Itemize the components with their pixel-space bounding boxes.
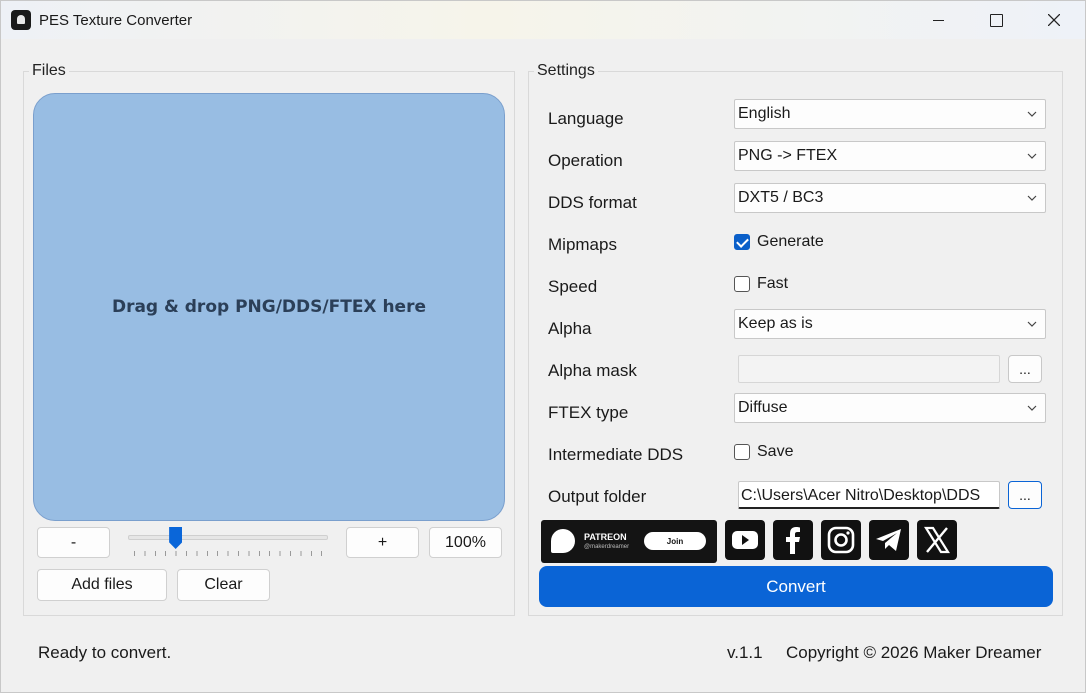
speed-label: Speed (548, 277, 598, 296)
patreon-name: PATREON (584, 532, 627, 542)
zoom-slider[interactable] (128, 535, 328, 540)
version-text: v.1.1 (727, 643, 763, 662)
chevron-down-icon (1027, 321, 1037, 327)
mipmaps-checkbox[interactable] (734, 234, 750, 250)
patreon-icon (551, 529, 575, 553)
speed-option-label[interactable]: Fast (757, 275, 788, 293)
chevron-down-icon (1027, 405, 1037, 411)
operation-label: Operation (548, 151, 623, 170)
instagram-button[interactable] (821, 520, 861, 560)
intermediate-dds-label: Intermediate DDS (548, 445, 684, 464)
ftex-type-value: Diffuse (738, 399, 788, 416)
alpha-select[interactable]: Keep as is (734, 309, 1046, 339)
mipmaps-label: Mipmaps (548, 235, 617, 254)
files-group-title: Files (29, 62, 69, 80)
zoom-slider-ticks (134, 551, 324, 556)
dds-format-value: DXT5 / BC3 (738, 189, 824, 206)
x-button[interactable] (917, 520, 957, 560)
output-folder-input[interactable]: C:\Users\Acer Nitro\Desktop\DDS (738, 481, 1000, 509)
file-drop-zone[interactable]: Drag & drop PNG/DDS/FTEX here (33, 93, 505, 521)
facebook-icon (786, 527, 800, 554)
alpha-mask-input[interactable] (738, 355, 1000, 383)
facebook-button[interactable] (773, 520, 813, 560)
telegram-button[interactable] (869, 520, 909, 560)
dds-format-label: DDS format (548, 193, 637, 212)
x-icon (924, 526, 950, 554)
settings-group-title: Settings (534, 62, 598, 80)
instagram-icon (827, 526, 855, 554)
minimize-button[interactable] (909, 1, 967, 39)
drop-zone-text: Drag & drop PNG/DDS/FTEX here (111, 297, 427, 317)
patreon-join-button[interactable]: Join (644, 532, 706, 550)
zoom-in-button[interactable]: + (346, 527, 419, 558)
dds-format-select[interactable]: DXT5 / BC3 (734, 183, 1046, 213)
ftex-type-label: FTEX type (548, 403, 629, 422)
clear-button[interactable]: Clear (177, 569, 270, 601)
app-window: PES Texture Converter Files Drag & drop … (0, 0, 1086, 693)
telegram-icon (876, 529, 901, 551)
language-value: English (738, 105, 791, 122)
alpha-value: Keep as is (738, 315, 813, 332)
app-icon (11, 10, 31, 30)
mipmaps-option-label[interactable]: Generate (757, 233, 824, 251)
copyright-text: Copyright © 2026 Maker Dreamer (786, 643, 1042, 662)
patreon-banner[interactable]: PATREON @makerdreamer Join (541, 520, 717, 563)
alpha-mask-label: Alpha mask (548, 361, 637, 380)
intermediate-dds-checkbox[interactable] (734, 444, 750, 460)
chevron-down-icon (1027, 153, 1037, 159)
operation-select[interactable]: PNG -> FTEX (734, 141, 1046, 171)
ftex-type-select[interactable]: Diffuse (734, 393, 1046, 423)
language-select[interactable]: English (734, 99, 1046, 129)
youtube-icon (732, 531, 758, 549)
zoom-value: 100% (429, 527, 502, 558)
alpha-label: Alpha (548, 319, 592, 338)
operation-value: PNG -> FTEX (738, 147, 838, 164)
convert-button[interactable]: Convert (539, 566, 1053, 607)
intermediate-dds-option-label[interactable]: Save (757, 443, 793, 461)
add-files-button[interactable]: Add files (37, 569, 167, 601)
output-folder-browse-button[interactable]: ... (1008, 481, 1042, 509)
patreon-handle: @makerdreamer (584, 544, 630, 550)
chevron-down-icon (1027, 195, 1037, 201)
maximize-button[interactable] (967, 1, 1025, 39)
language-label: Language (548, 109, 624, 128)
output-folder-label: Output folder (548, 487, 647, 506)
close-icon (1048, 14, 1060, 26)
zoom-out-button[interactable]: - (37, 527, 110, 558)
close-button[interactable] (1025, 1, 1083, 39)
youtube-button[interactable] (725, 520, 765, 560)
alpha-mask-browse-button[interactable]: ... (1008, 355, 1042, 383)
chevron-down-icon (1027, 111, 1037, 117)
window-title: PES Texture Converter (39, 12, 193, 29)
output-folder-value: C:\Users\Acer Nitro\Desktop\DDS (741, 487, 981, 504)
status-text: Ready to convert. (38, 643, 172, 662)
title-bar: PES Texture Converter (1, 1, 1085, 39)
speed-checkbox[interactable] (734, 276, 750, 292)
